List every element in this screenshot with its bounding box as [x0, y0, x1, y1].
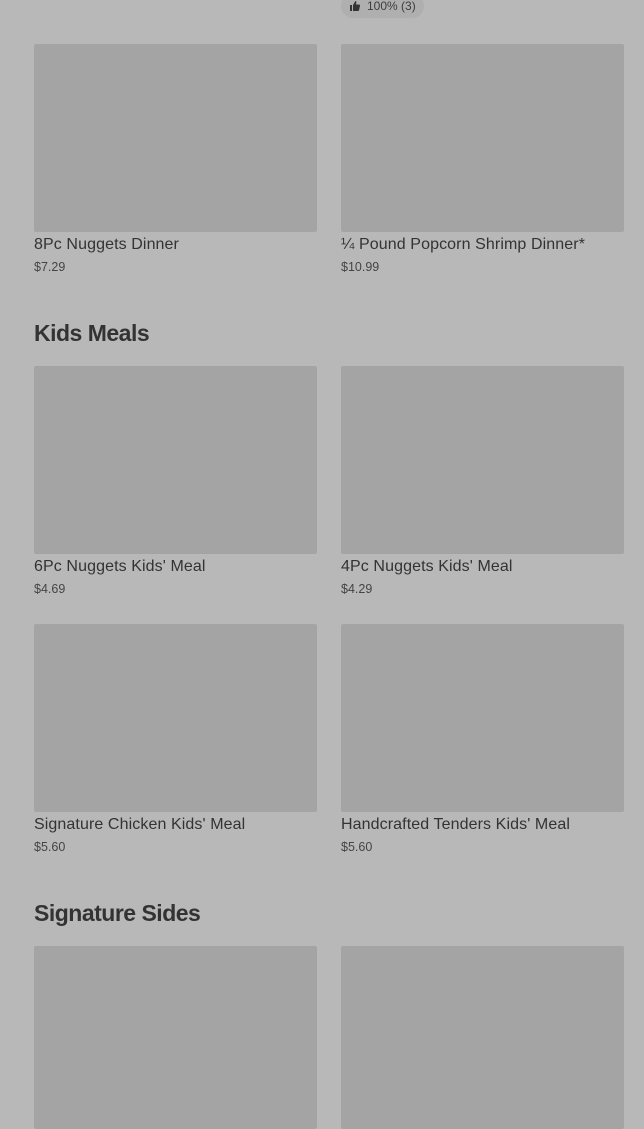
rating-text: 100% (3): [367, 0, 416, 13]
item-name[interactable]: Signature Chicken Kids' Meal: [34, 815, 317, 835]
item-image[interactable]: [341, 44, 624, 232]
thumbs-up-icon: [349, 0, 361, 12]
item-price: $5.60: [341, 840, 373, 854]
item-price: $7.29: [34, 260, 66, 274]
menu-item-card[interactable]: Signature Chicken Kids' Meal $5.60: [34, 624, 317, 855]
item-image[interactable]: [34, 946, 317, 1129]
item-image[interactable]: [341, 366, 624, 554]
item-name[interactable]: 4Pc Nuggets Kids' Meal: [341, 557, 624, 577]
menu-item-card[interactable]: [34, 946, 317, 1129]
item-image[interactable]: [34, 44, 317, 232]
menu-item-card[interactable]: 4Pc Nuggets Kids' Meal $4.29: [341, 366, 624, 597]
section-title-signature-sides: Signature Sides: [34, 900, 201, 926]
item-image[interactable]: [341, 946, 624, 1129]
menu-item-card[interactable]: Handcrafted Tenders Kids' Meal $5.60: [341, 624, 624, 855]
section-title-kids-meals: Kids Meals: [34, 320, 150, 346]
menu-item-card[interactable]: 8Pc Nuggets Dinner $7.29: [34, 44, 317, 275]
item-name[interactable]: ¼ Pound Popcorn Shrimp Dinner*: [341, 235, 624, 255]
item-price: $4.69: [34, 582, 66, 596]
item-image[interactable]: [341, 624, 624, 812]
item-image[interactable]: [34, 366, 317, 554]
menu-item-card[interactable]: 6Pc Nuggets Kids' Meal $4.69: [34, 366, 317, 597]
item-image[interactable]: [34, 624, 317, 812]
item-price: $4.29: [341, 582, 373, 596]
menu-item-card[interactable]: [341, 946, 624, 1129]
item-name[interactable]: 8Pc Nuggets Dinner: [34, 235, 317, 255]
item-name[interactable]: 6Pc Nuggets Kids' Meal: [34, 557, 317, 577]
menu-item-card[interactable]: ¼ Pound Popcorn Shrimp Dinner* $10.99: [341, 44, 624, 275]
menu-page: 100% (3) 8Pc Nuggets Dinner $7.29 ¼ Poun…: [0, 0, 644, 1129]
item-price: $5.60: [34, 840, 66, 854]
rating-badge: 100% (3): [341, 0, 424, 18]
item-price: $10.99: [341, 260, 380, 274]
item-name[interactable]: Handcrafted Tenders Kids' Meal: [341, 815, 624, 835]
